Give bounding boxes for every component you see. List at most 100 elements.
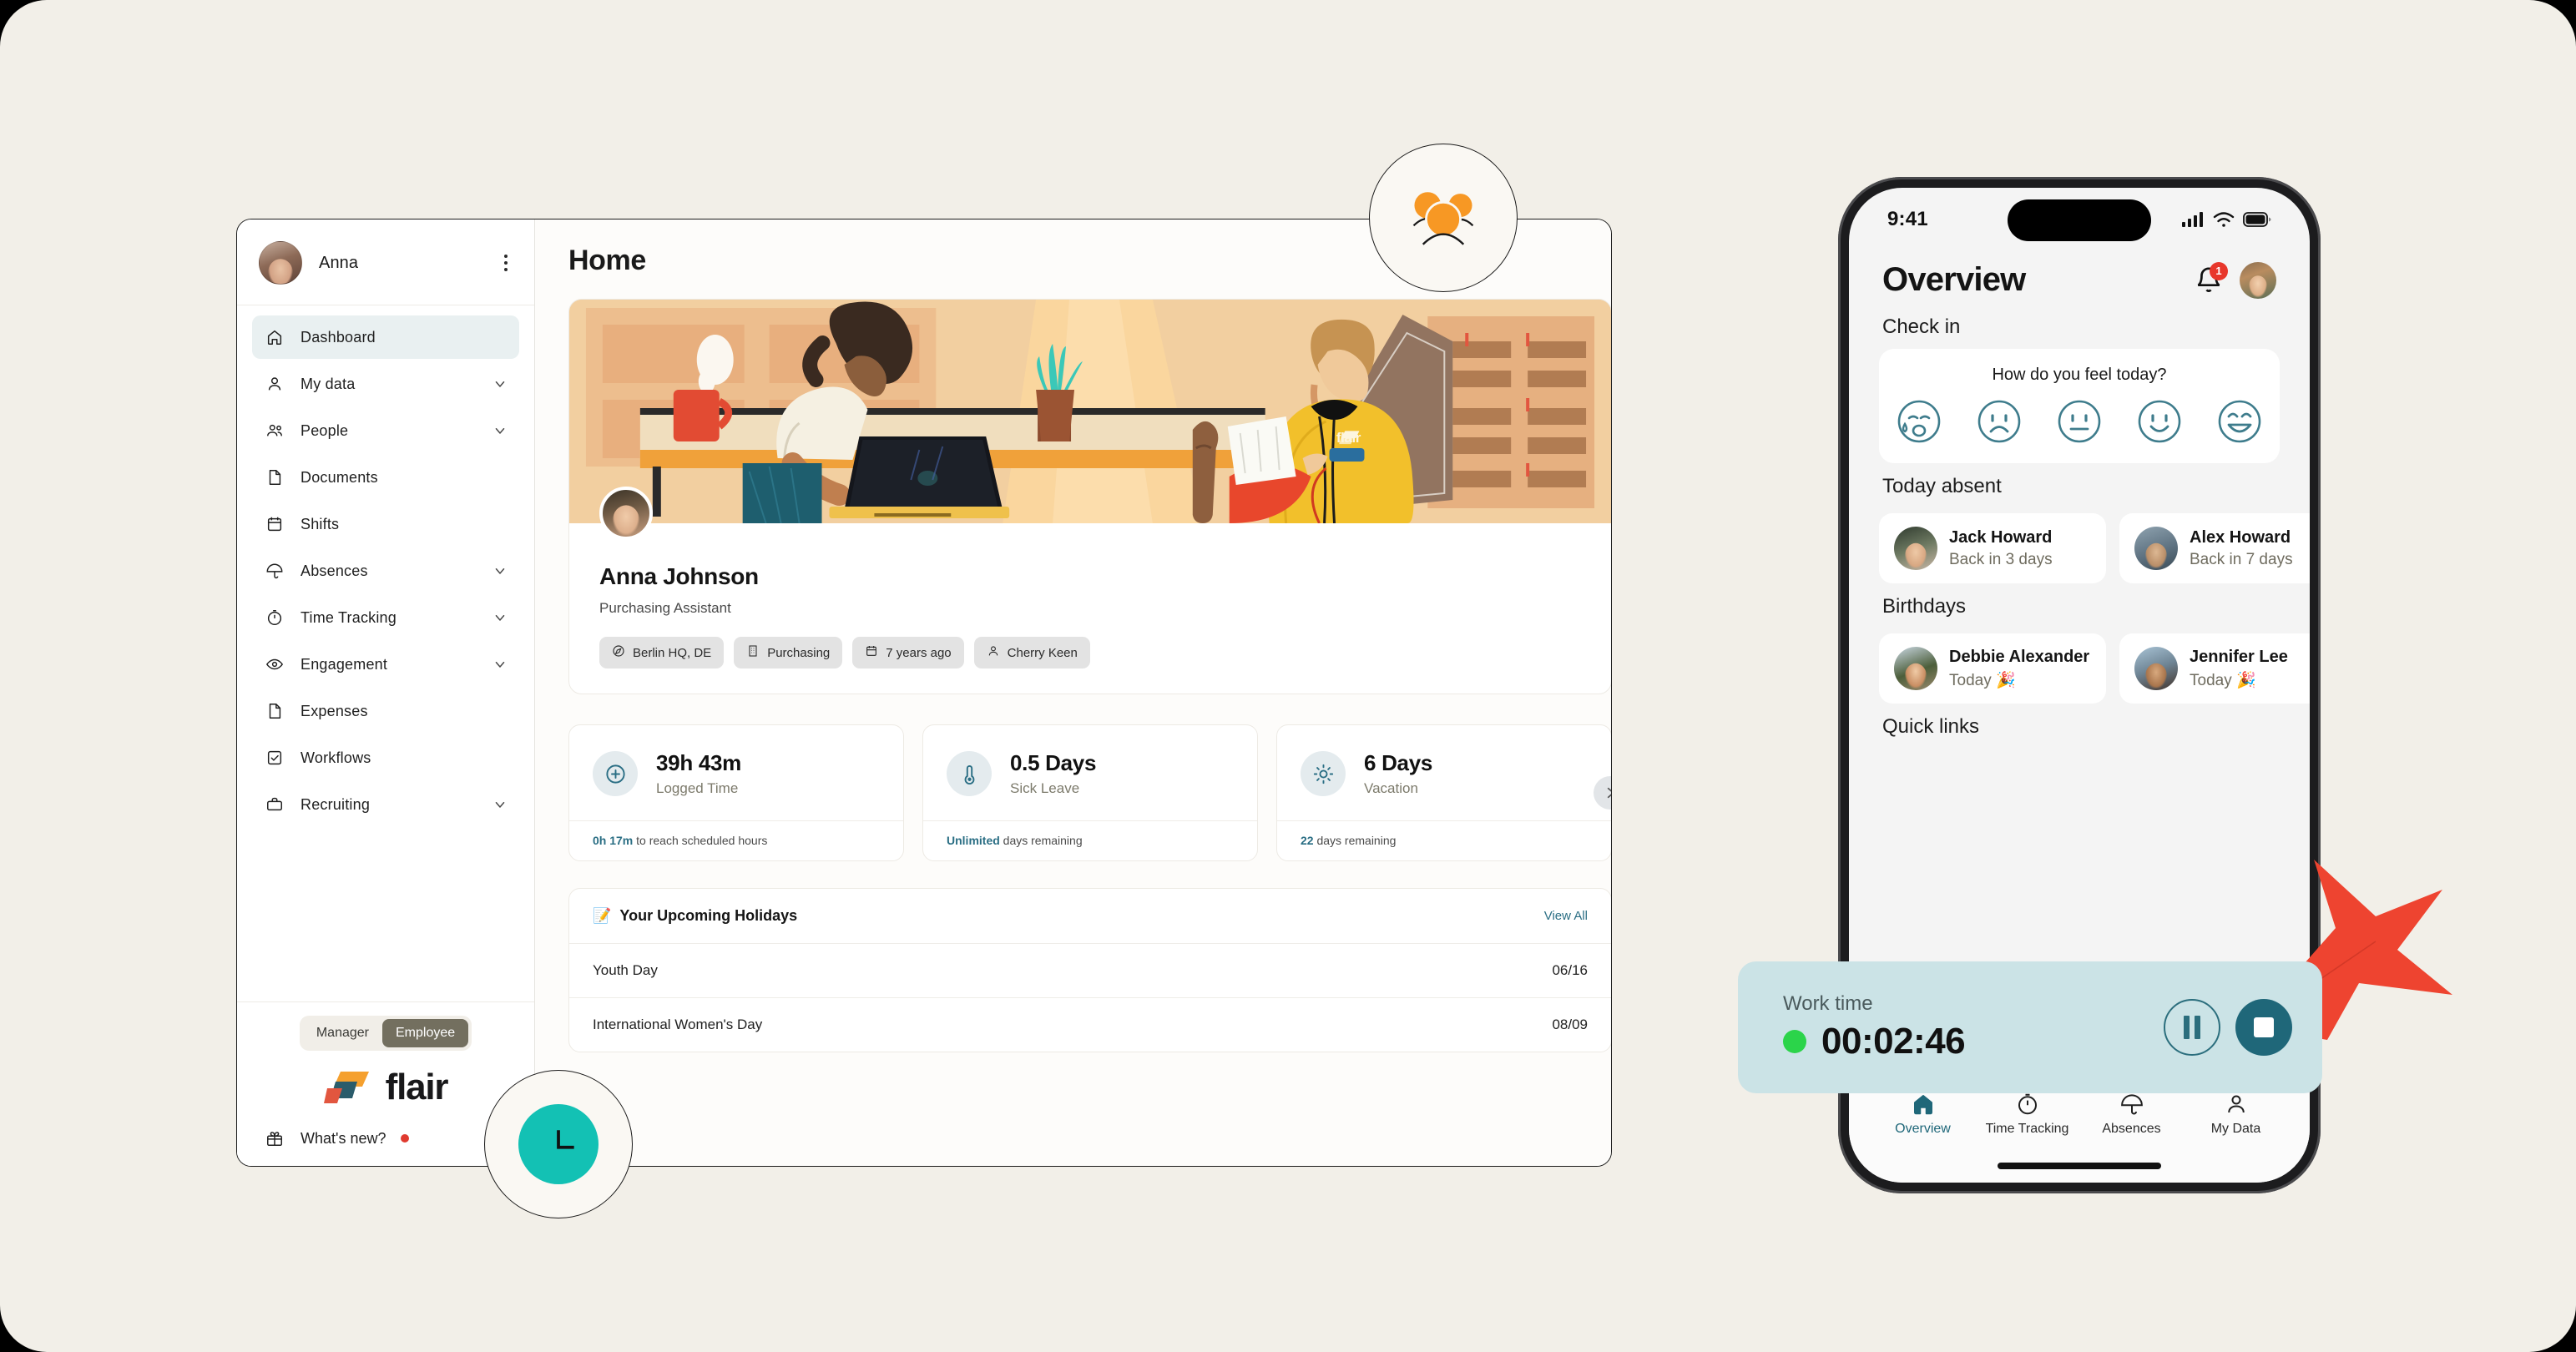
stat-label: Sick Leave xyxy=(1010,780,1080,796)
main-content: Home Anna Johnson Purchasing Assistant B… xyxy=(535,219,1611,1166)
very-happy-face-icon[interactable] xyxy=(2216,398,2263,445)
stat-footer-rest: days remaining xyxy=(999,834,1083,847)
bottom-nav-overview[interactable]: Overview xyxy=(1873,1092,1973,1137)
sidebar-item-my-data[interactable]: My data xyxy=(252,362,519,406)
birthdays-list: Debbie Alexander Today 🎉 Jennifer Lee Today… xyxy=(1849,628,2310,704)
stopwatch-icon xyxy=(2015,1092,2040,1117)
person-card[interactable]: Jack Howard Back in 3 days xyxy=(1879,513,2106,583)
sidebar-item-label: Workflows xyxy=(301,749,371,766)
profile-chip-cherry-keen: Cherry Keen xyxy=(973,637,1090,668)
home-icon xyxy=(1911,1092,1936,1117)
battery-icon xyxy=(2243,212,2271,227)
sidebar-item-documents[interactable]: Documents xyxy=(252,456,519,499)
holiday-row[interactable]: Youth Day 06/16 xyxy=(569,943,1611,997)
umbrella-icon xyxy=(2119,1092,2144,1117)
role-option-manager[interactable]: Manager xyxy=(303,1019,382,1047)
stat-card-sick-leave[interactable]: 0.5 Days Sick Leave Unlimited days remaini… xyxy=(922,724,1258,861)
sidebar-item-people[interactable]: People xyxy=(252,409,519,452)
work-time-timer-widget: Work time 00:02:46 xyxy=(1738,961,2322,1093)
brand-logo: flair xyxy=(323,1067,449,1107)
bottom-nav-label: My Data xyxy=(2210,1122,2261,1136)
chevron-down-icon[interactable] xyxy=(492,423,508,438)
checkin-card: How do you feel today? xyxy=(1879,349,2280,463)
profile-chip-purchasing: Purchasing xyxy=(734,637,843,668)
bottom-nav-my-data[interactable]: My Data xyxy=(2186,1092,2286,1137)
main-left-column: flair Anna Johnson Purchasing Assistant … xyxy=(568,299,1611,1052)
sidebar-item-workflows[interactable]: Workflows xyxy=(252,736,519,779)
avatar xyxy=(2134,647,2178,690)
notification-dot xyxy=(401,1134,410,1143)
person-subtitle: Back in 7 days xyxy=(2190,550,2293,568)
person-subtitle: Today 🎉 xyxy=(2190,671,2256,689)
bottom-nav-label: Overview xyxy=(1895,1122,1951,1136)
person-name: Jennifer Lee xyxy=(2190,647,2288,666)
person-subtitle: Today 🎉 xyxy=(1949,671,2016,689)
chip-label: Berlin HQ, DE xyxy=(633,645,712,660)
chip-label: 7 years ago xyxy=(886,645,952,660)
person-subtitle: Back in 3 days xyxy=(1949,550,2053,568)
phone-user-avatar[interactable] xyxy=(2240,261,2276,299)
chevron-down-icon[interactable] xyxy=(492,610,508,625)
person-card[interactable]: Alex Howard Back in 7 days xyxy=(2119,513,2310,583)
calendar-icon xyxy=(865,644,878,661)
sad-face-icon[interactable] xyxy=(1976,398,2023,445)
stat-label: Vacation xyxy=(1364,780,1418,796)
neutral-face-icon[interactable] xyxy=(2056,398,2103,445)
sidebar-item-label: Documents xyxy=(301,468,378,486)
sidebar-item-time-tracking[interactable]: Time Tracking xyxy=(252,596,519,639)
sidebar-item-dashboard[interactable]: Dashboard xyxy=(252,315,519,359)
sidebar: Anna Dashboard My data People Documents Shif… xyxy=(237,219,535,1166)
sidebar-item-absences[interactable]: Absences xyxy=(252,549,519,593)
flair-logo-icon xyxy=(323,1070,372,1105)
profile-avatar xyxy=(599,487,653,540)
status-time: 9:41 xyxy=(1887,208,1928,230)
chevron-down-icon[interactable] xyxy=(492,797,508,812)
bottom-nav-absences[interactable]: Absences xyxy=(2082,1092,2182,1137)
sidebar-item-recruiting[interactable]: Recruiting xyxy=(252,783,519,826)
avatar xyxy=(259,241,302,285)
chevron-down-icon[interactable] xyxy=(492,563,508,578)
brand-wordmark: flair xyxy=(385,1067,449,1107)
sidebar-item-label: Shifts xyxy=(301,515,340,532)
sidebar-item-shifts[interactable]: Shifts xyxy=(252,502,519,546)
stat-card-logged-time[interactable]: 39h 43m Logged Time 0h 17m to reach schedu… xyxy=(568,724,904,861)
chevron-down-icon[interactable] xyxy=(492,657,508,672)
notifications-button[interactable]: 1 xyxy=(2195,261,2228,295)
person-name: Alex Howard xyxy=(2190,527,2291,547)
chip-label: Purchasing xyxy=(767,645,831,660)
kebab-menu-icon[interactable] xyxy=(496,250,516,275)
checkin-question: How do you feel today? xyxy=(1992,366,2167,384)
stat-footer-rest: to reach scheduled hours xyxy=(633,834,768,847)
stopwatch-icon xyxy=(264,607,285,628)
stat-card-vacation[interactable]: 6 Days Vacation 22 days remaining xyxy=(1276,724,1611,861)
today-absent-section-title: Today absent xyxy=(1882,475,2002,497)
holiday-row[interactable]: International Women's Day 08/09 xyxy=(569,997,1611,1052)
sidebar-user-header[interactable]: Anna xyxy=(237,219,534,305)
happy-face-icon[interactable] xyxy=(2136,398,2183,445)
person-card[interactable]: Jennifer Lee Today 🎉 xyxy=(2119,633,2310,704)
role-option-employee[interactable]: Employee xyxy=(382,1019,469,1047)
chevron-down-icon[interactable] xyxy=(492,376,508,391)
holidays-title: Your Upcoming Holidays xyxy=(619,907,798,924)
sidebar-item-expenses[interactable]: Expenses xyxy=(252,689,519,733)
bottom-nav-time-tracking[interactable]: Time Tracking xyxy=(1977,1092,2078,1137)
stat-value: 6 Days xyxy=(1364,750,1433,775)
timer-pause-button[interactable] xyxy=(2164,999,2220,1056)
stat-footer-highlight: Unlimited xyxy=(947,834,1000,847)
holidays-view-all-link[interactable]: View All xyxy=(1544,909,1588,923)
hero-flair-watermark: flair xyxy=(1336,430,1361,446)
clock-icon xyxy=(518,1104,599,1184)
phone-status-bar: 9:41 xyxy=(1849,188,2310,241)
role-toggle[interactable]: Manager Employee xyxy=(299,1016,472,1051)
sidebar-item-label: Expenses xyxy=(301,702,368,719)
briefcase-icon xyxy=(264,794,285,815)
timer-stop-button[interactable] xyxy=(2235,999,2292,1056)
avatar xyxy=(1894,647,1937,690)
sidebar-item-label: People xyxy=(301,421,349,439)
stat-footer: Unlimited days remaining xyxy=(923,820,1257,860)
sidebar-item-engagement[interactable]: Engagement xyxy=(252,643,519,686)
person-card[interactable]: Debbie Alexander Today 🎉 xyxy=(1879,633,2106,704)
crying-face-icon[interactable] xyxy=(1896,398,1942,445)
stat-footer-highlight: 22 xyxy=(1301,834,1314,847)
document-icon xyxy=(264,467,285,488)
